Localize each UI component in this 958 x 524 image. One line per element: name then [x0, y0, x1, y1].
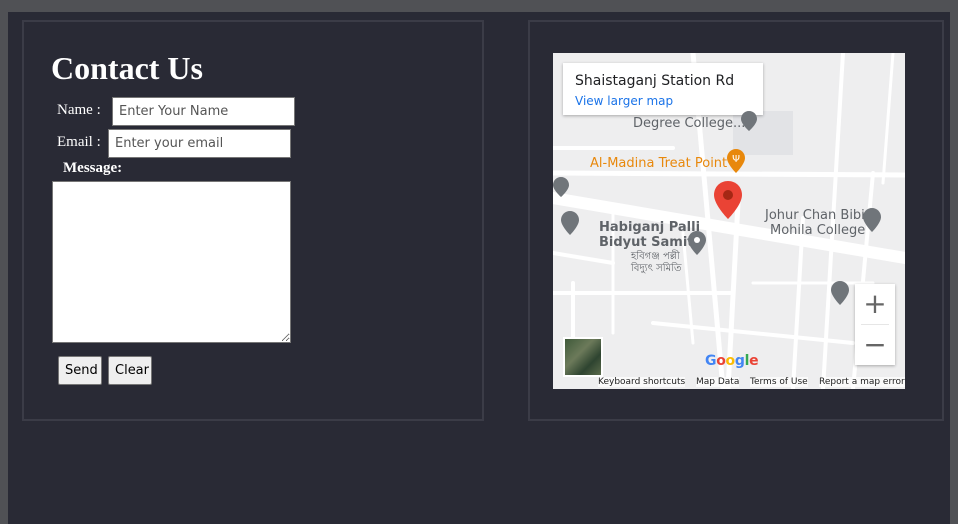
restaurant-pin-icon: Ψ	[727, 149, 745, 173]
google-logo: Google	[705, 353, 759, 369]
send-button[interactable]: Send	[58, 356, 102, 385]
map-label-johur-2: Mohila College	[770, 223, 866, 238]
satellite-toggle[interactable]	[563, 337, 603, 377]
map-label-habiganj-2: Bidyut Samity	[599, 235, 702, 250]
map-label-degree-college: Degree College...	[633, 116, 746, 131]
message-label: Message:	[63, 160, 123, 176]
map-label-bengali-2: বিদ্যুৎ সমিতি	[631, 263, 682, 274]
name-label: Name :	[57, 102, 101, 118]
college-pin-icon	[863, 208, 881, 232]
report-map-error-link[interactable]: Report a map error	[819, 377, 905, 387]
map-attribution: Keyboard shortcuts Map Data Terms of Use…	[553, 375, 905, 389]
email-input[interactable]	[108, 129, 291, 158]
place-card: Shaistaganj Station Rd View larger map	[563, 63, 763, 115]
map-label-habiganj-1: Habiganj Palli	[599, 220, 701, 235]
location-marker-icon	[714, 181, 742, 219]
place-title: Shaistaganj Station Rd	[575, 73, 735, 89]
zoom-out-button[interactable]: −	[855, 325, 895, 365]
building-pin-icon	[688, 231, 706, 255]
om-pin-icon	[561, 211, 579, 235]
embedded-map[interactable]: Shaistaganj Station Rd View larger map D…	[553, 53, 905, 389]
school-pin-icon	[831, 281, 849, 305]
zoom-controls: + −	[855, 284, 895, 365]
contact-panel: Contact Us Name : Email : Message: Send …	[22, 20, 484, 421]
degree-college-pin-icon	[741, 111, 757, 131]
svg-text:Ψ: Ψ	[732, 154, 740, 165]
clear-button[interactable]: Clear	[108, 356, 152, 385]
name-input[interactable]	[112, 97, 295, 126]
keyboard-shortcuts-link[interactable]: Keyboard shortcuts	[598, 377, 686, 387]
zoom-in-button[interactable]: +	[855, 284, 895, 324]
map-data-link[interactable]: Map Data	[696, 377, 740, 387]
message-textarea[interactable]	[52, 181, 291, 343]
terms-of-use-link[interactable]: Terms of Use	[750, 377, 808, 387]
map-label-al-madina: Al-Madina Treat Point	[590, 156, 728, 171]
email-label: Email :	[57, 134, 101, 150]
view-larger-map-link[interactable]: View larger map	[575, 94, 673, 108]
museum-pin-icon	[553, 177, 569, 197]
page-title: Contact Us	[51, 50, 203, 86]
map-label-johur-1: Johur Chan Bibi	[765, 208, 865, 223]
